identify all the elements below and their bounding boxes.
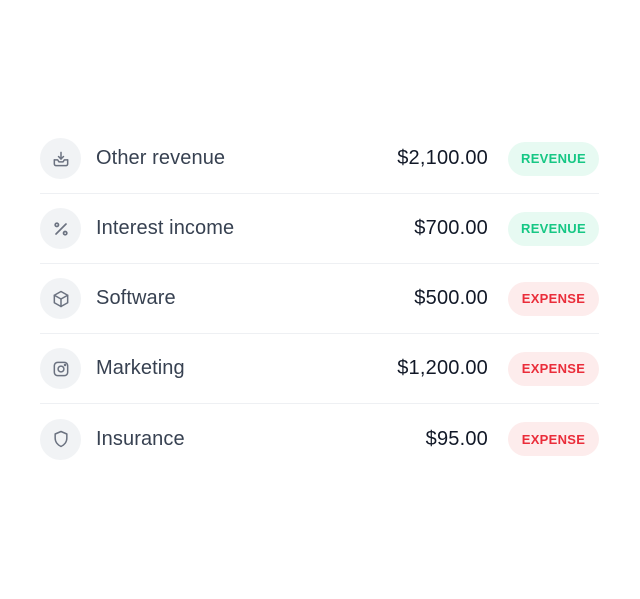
transaction-row[interactable]: Other revenue $2,100.00 REVENUE: [40, 124, 599, 194]
inbox-download-icon: [40, 138, 81, 179]
instagram-icon: [40, 348, 81, 389]
shield-icon: [40, 418, 81, 460]
revenue-badge: REVENUE: [508, 141, 599, 176]
transaction-row[interactable]: Marketing $1,200.00 EXPENSE: [40, 334, 599, 404]
revenue-badge: REVENUE: [508, 211, 599, 246]
transaction-row[interactable]: Software $500.00 EXPENSE: [40, 264, 599, 334]
expense-badge: EXPENSE: [508, 351, 599, 386]
transaction-label: Software: [96, 287, 176, 309]
transaction-row[interactable]: Insurance $95.00 EXPENSE: [40, 404, 599, 474]
transaction-label: Insurance: [96, 427, 185, 450]
percent-icon: [40, 208, 81, 249]
transaction-label: Interest income: [96, 217, 235, 239]
transaction-amount: $500.00: [414, 287, 488, 309]
transaction-amount: $95.00: [425, 427, 488, 450]
transaction-label: Marketing: [96, 357, 185, 379]
transaction-label: Other revenue: [96, 147, 226, 169]
transaction-amount: $700.00: [414, 217, 488, 239]
cube-icon: [40, 278, 81, 319]
expense-badge: EXPENSE: [508, 281, 599, 316]
transaction-list: Other revenue $2,100.00 REVENUE Interest…: [40, 124, 599, 474]
expense-badge: EXPENSE: [508, 422, 599, 456]
transaction-row[interactable]: Interest income $700.00 REVENUE: [40, 194, 599, 264]
transaction-amount: $2,100.00: [397, 147, 488, 169]
transaction-amount: $1,200.00: [397, 357, 488, 379]
